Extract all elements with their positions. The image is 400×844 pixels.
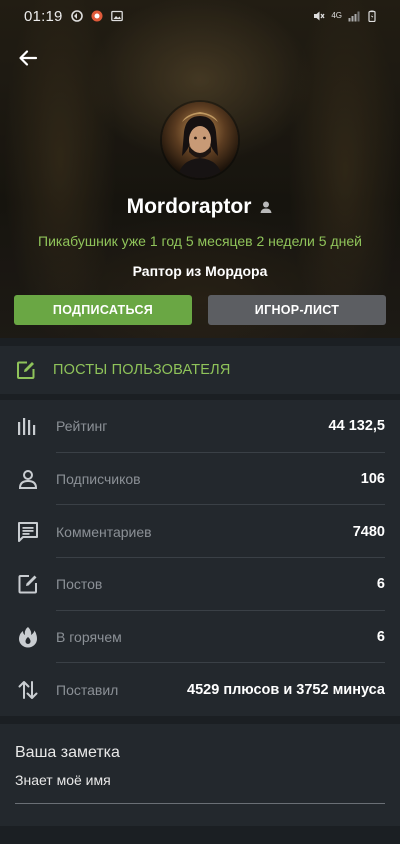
edit-icon <box>18 575 37 594</box>
stats-list: Рейтинг 44 132,5 Подписчиков 106 Коммент… <box>0 400 400 716</box>
stat-value: 44 132,5 <box>328 418 385 435</box>
stat-subscribers[interactable]: Подписчиков 106 <box>0 453 400 506</box>
note-title: Ваша заметка <box>15 744 120 761</box>
comment-icon <box>18 521 38 542</box>
up-down-arrows-icon <box>18 680 38 699</box>
note-underline <box>15 803 385 804</box>
membership-duration: Пикабушник уже 1 год 5 месяцев 2 недели … <box>38 233 362 249</box>
stat-posts[interactable]: Постов 6 <box>0 558 400 611</box>
stat-label: Рейтинг <box>56 418 108 435</box>
flame-icon <box>19 627 37 648</box>
stat-value: 4529 плюсов и 3752 минуса <box>187 681 385 698</box>
status-bar-left: 01:19 <box>24 8 123 25</box>
stat-comments[interactable]: Комментариев 7480 <box>0 505 400 559</box>
rating-bars-icon <box>18 418 36 436</box>
stat-value: 6 <box>376 576 385 593</box>
user-posts-label: ПОСТЫ ПОЛЬЗОВАТЕЛЯ <box>53 362 231 378</box>
bug-app-icon <box>91 10 103 22</box>
person-icon <box>18 470 38 490</box>
stat-value: 106 <box>360 471 385 488</box>
ignore-list-button[interactable]: ИГНОР-ЛИСТ <box>208 295 386 325</box>
photo-icon <box>110 10 123 22</box>
network-label: 4G <box>331 11 342 20</box>
profile-tagline: Раптор из Мордора <box>132 263 268 279</box>
sync-icon <box>70 10 83 22</box>
status-bar-right: 4G <box>313 10 378 22</box>
mute-icon <box>314 11 325 21</box>
back-button[interactable] <box>12 44 44 72</box>
stat-value: 7480 <box>352 523 385 540</box>
stat-hot[interactable]: В горячем 6 <box>0 611 400 664</box>
arrow-left-icon <box>19 50 38 66</box>
username: Mordoraptor <box>126 195 252 218</box>
edit-icon <box>17 361 35 379</box>
stat-label: Постов <box>56 576 103 593</box>
avatar-portrait-icon <box>162 102 238 178</box>
stat-value: 6 <box>376 629 385 646</box>
stat-rating: Рейтинг 44 132,5 <box>0 400 400 453</box>
username-row: Mordoraptor <box>0 195 400 219</box>
signal-icon <box>348 11 360 22</box>
note-text[interactable]: Знает моё имя <box>15 772 385 788</box>
battery-icon <box>368 10 376 22</box>
avatar[interactable] <box>162 102 238 178</box>
stat-label: Комментариев <box>56 523 152 540</box>
user-posts-link[interactable]: ПОСТЫ ПОЛЬЗОВАТЕЛЯ <box>0 346 400 394</box>
stat-label: Поставил <box>56 681 119 698</box>
stat-votes-given: Поставил 4529 плюсов и 3752 минуса <box>0 663 400 716</box>
stat-label: В горячем <box>56 629 122 646</box>
stat-label: Подписчиков <box>56 471 141 488</box>
user-badge-icon <box>260 201 272 213</box>
status-bar: 01:19 4G <box>0 0 400 32</box>
status-time: 01:19 <box>24 7 63 25</box>
subscribe-button[interactable]: ПОДПИСАТЬСЯ <box>14 295 192 325</box>
user-note[interactable]: Ваша заметка Знает моё имя <box>0 724 400 826</box>
